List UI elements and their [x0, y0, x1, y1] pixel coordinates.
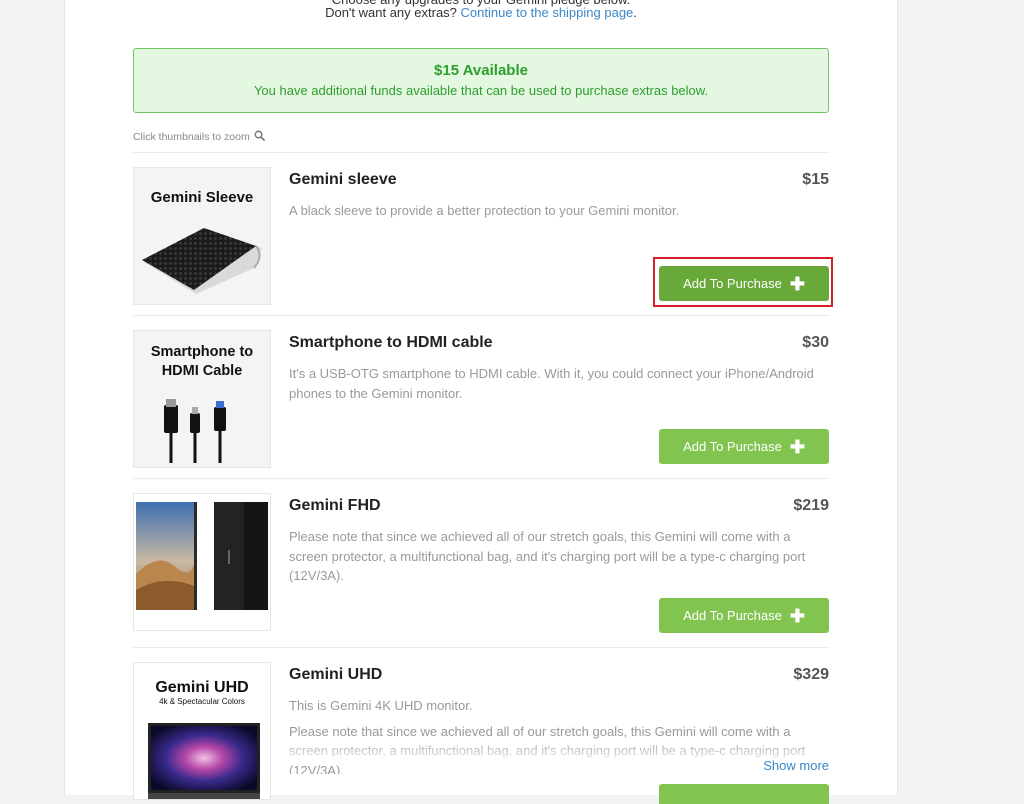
- item-name: Smartphone to HDMI cable: [289, 334, 493, 351]
- continue-shipping-link[interactable]: Continue to the shipping page: [461, 5, 634, 20]
- add-to-purchase-label: Add To Purchase: [683, 439, 782, 454]
- funds-subtitle: You have additional funds available that…: [253, 83, 709, 98]
- item-thumbnail[interactable]: [133, 493, 271, 631]
- divider: [133, 152, 829, 153]
- item-description: A black sleeve to provide a better prote…: [289, 203, 680, 218]
- plus-icon: ✚: [789, 605, 805, 626]
- thumb-caption-line1: Smartphone to: [150, 344, 254, 360]
- search-icon: [254, 130, 265, 144]
- thumb-caption-line2: HDMI Cable: [161, 363, 243, 379]
- highlight-box: [653, 257, 833, 307]
- uhd-monitor-image: [148, 723, 260, 799]
- extra-item-gemini-fhd: Gemini FHD $219 Please note that since w…: [133, 493, 829, 633]
- funds-title: $15 Available: [434, 62, 528, 79]
- item-name: Gemini sleeve: [289, 171, 397, 188]
- add-to-purchase-button[interactable]: Add To Purchase ✚: [659, 429, 829, 464]
- item-price: $219: [793, 497, 829, 514]
- item-price: $15: [802, 171, 829, 188]
- divider: [133, 647, 829, 648]
- divider: [133, 315, 829, 316]
- skip-extras-prefix: Don't want any extras?: [325, 5, 457, 20]
- extra-item-gemini-uhd: Gemini UHD 4k & Spectacular Colors Gemin…: [133, 662, 829, 804]
- monitor-image: [136, 502, 268, 610]
- plus-icon: ✚: [789, 436, 805, 457]
- item-description-line1: This is Gemini 4K UHD monitor.: [289, 698, 473, 713]
- item-thumbnail[interactable]: Gemini UHD 4k & Spectacular Colors: [133, 662, 271, 800]
- item-price: $329: [793, 666, 829, 683]
- page-container: Choose any upgrades to your Gemini pledg…: [64, 0, 898, 804]
- skip-extras-text: Don't want any extras? Continue to the s…: [65, 5, 897, 21]
- item-description: It's a USB-OTG smartphone to HDMI cable.…: [289, 366, 814, 401]
- thumb-subcaption: 4k & Spectacular Colors: [159, 697, 245, 706]
- zoom-hint: Click thumbnails to zoom: [133, 130, 265, 144]
- sleeve-image: [142, 228, 262, 294]
- item-name: Gemini UHD: [289, 666, 383, 683]
- extra-item-hdmi-cable: Smartphone to HDMI Cable Smartphone to H…: [133, 330, 829, 470]
- item-description: Please note that since we achieved all o…: [289, 529, 806, 583]
- divider: [133, 478, 829, 479]
- add-to-purchase-button[interactable]: Add To Purchase ✚: [659, 598, 829, 633]
- thumb-caption: Gemini Sleeve: [150, 189, 254, 206]
- thumb-caption: Gemini UHD: [155, 679, 249, 696]
- cable-image: [164, 399, 226, 463]
- description-fade: [289, 740, 829, 764]
- item-thumbnail[interactable]: Gemini Sleeve: [133, 167, 271, 305]
- item-price: $30: [802, 334, 829, 351]
- show-more-link[interactable]: Show more: [757, 758, 829, 773]
- item-name: Gemini FHD: [289, 497, 381, 514]
- skip-extras-suffix: .: [633, 5, 637, 20]
- add-to-purchase-button[interactable]: [659, 784, 829, 804]
- zoom-hint-text: Click thumbnails to zoom: [133, 131, 250, 143]
- funds-available-banner: $15 Available You have additional funds …: [133, 48, 829, 113]
- add-to-purchase-label: Add To Purchase: [683, 608, 782, 623]
- item-thumbnail[interactable]: Smartphone to HDMI Cable: [133, 330, 271, 468]
